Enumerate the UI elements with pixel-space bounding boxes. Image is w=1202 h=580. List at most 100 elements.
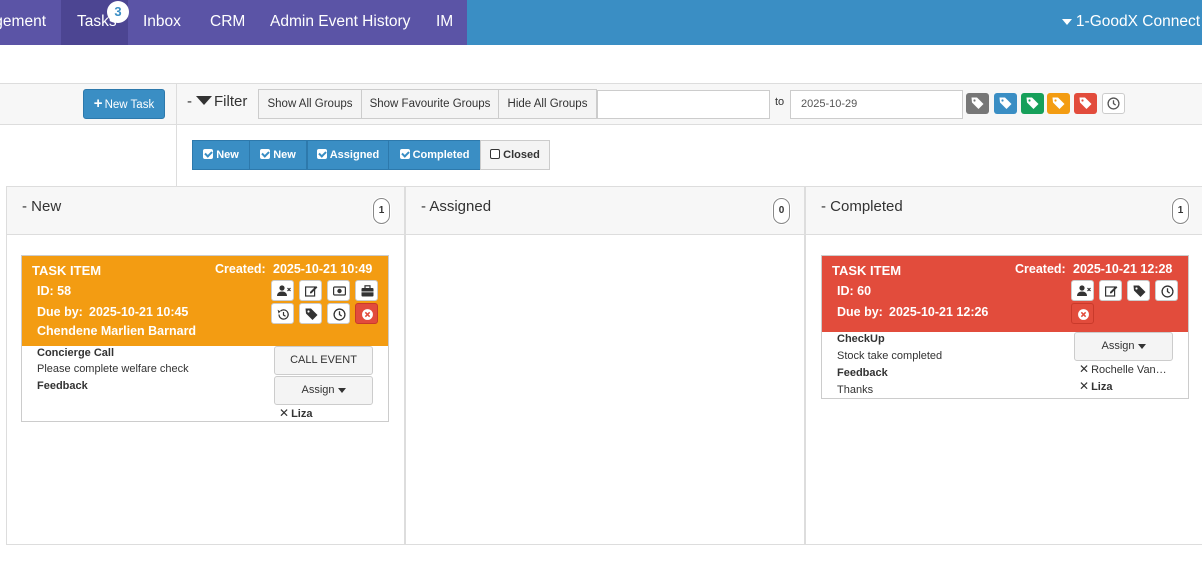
tag-icon bbox=[971, 97, 984, 109]
remove-icon[interactable]: ✕ bbox=[279, 406, 289, 420]
tag-task-button[interactable] bbox=[299, 303, 322, 324]
user-remove-icon bbox=[277, 285, 291, 296]
created-date: 2025-10-21 10:49 bbox=[273, 262, 373, 276]
assignee-chip[interactable]: ✕ Liza bbox=[1079, 379, 1112, 393]
call-event-button[interactable]: CALL EVENT bbox=[274, 346, 373, 375]
date-from-input[interactable] bbox=[597, 90, 770, 119]
close-task-button[interactable] bbox=[355, 303, 378, 324]
column-header: - Assigned 0 bbox=[406, 186, 804, 235]
feedback-text: Thanks bbox=[837, 384, 874, 396]
assign-dropdown[interactable]: Assign bbox=[1074, 332, 1173, 361]
tag-filter-button[interactable] bbox=[1074, 93, 1097, 114]
nav-item-management[interactable]: gement bbox=[0, 0, 60, 45]
assignee-chip[interactable]: ✕ Rochelle Van… bbox=[1079, 362, 1167, 376]
tag-icon bbox=[1026, 97, 1039, 109]
filter-toggle[interactable]: - Filter bbox=[187, 93, 247, 110]
due-date: 2025-10-21 10:45 bbox=[89, 305, 189, 319]
reminder-button[interactable] bbox=[327, 303, 350, 324]
column-assigned: - Assigned 0 bbox=[405, 186, 805, 545]
task-description: Please complete welfare check bbox=[37, 363, 189, 375]
show-favourite-groups-button[interactable]: Show Favourite Groups bbox=[361, 89, 499, 119]
date-to-input[interactable]: 2025-10-29 bbox=[790, 90, 963, 119]
view-task-button[interactable] bbox=[327, 280, 350, 301]
clock-icon bbox=[1161, 285, 1174, 298]
tag-filter-button[interactable] bbox=[1021, 93, 1044, 114]
tag-filter-button[interactable] bbox=[966, 93, 989, 114]
due-label: Due by: bbox=[837, 305, 883, 319]
close-task-button[interactable] bbox=[1071, 303, 1094, 324]
nav-item-tasks[interactable]: Tasks 3 bbox=[61, 0, 129, 45]
edit-task-button[interactable] bbox=[1099, 280, 1122, 301]
remove-icon[interactable]: ✕ bbox=[1079, 379, 1089, 393]
history-icon bbox=[277, 309, 289, 320]
briefcase-icon bbox=[361, 285, 374, 297]
toolbar-left-panel bbox=[0, 124, 177, 186]
tag-filter-button[interactable] bbox=[994, 93, 1017, 114]
checkbox-checked-icon bbox=[399, 149, 410, 160]
status-toggle-new-2[interactable]: New bbox=[249, 140, 307, 170]
toolbar-divider bbox=[176, 83, 177, 186]
assignee-chip[interactable]: ✕ Liza bbox=[279, 406, 312, 420]
task-description: Stock take completed bbox=[837, 350, 943, 362]
tag-icon bbox=[1079, 97, 1092, 109]
tag-icon bbox=[1052, 97, 1065, 109]
tag-icon bbox=[305, 308, 318, 320]
edit-task-button[interactable] bbox=[299, 280, 322, 301]
status-toggle-closed[interactable]: Closed bbox=[480, 140, 550, 170]
nav-item-inbox[interactable]: Inbox bbox=[143, 0, 181, 45]
nav-item-admin-event-history[interactable]: Admin Event History bbox=[270, 0, 410, 45]
column-title[interactable]: - New bbox=[22, 198, 61, 215]
reminder-button[interactable] bbox=[1155, 280, 1178, 301]
due-date: 2025-10-21 12:26 bbox=[889, 305, 989, 319]
checkbox-checked-icon bbox=[316, 149, 327, 160]
time-filter-button[interactable] bbox=[1102, 93, 1125, 114]
task-heading: Concierge Call bbox=[37, 347, 115, 359]
caret-down-icon bbox=[1061, 18, 1072, 25]
task-case-button[interactable] bbox=[355, 280, 378, 301]
feedback-label: Feedback bbox=[37, 380, 88, 392]
task-person: Chendene Marlien Barnard bbox=[37, 324, 197, 338]
checkbox-checked-icon bbox=[203, 149, 214, 160]
edit-icon bbox=[1105, 286, 1118, 297]
column-header: - New 1 bbox=[7, 186, 404, 235]
tag-task-button[interactable] bbox=[1127, 280, 1150, 301]
clock-icon bbox=[333, 308, 346, 321]
close-circle-icon bbox=[362, 309, 373, 320]
feedback-label: Feedback bbox=[837, 367, 888, 379]
tag-filter-button[interactable] bbox=[1047, 93, 1070, 114]
remove-icon[interactable]: ✕ bbox=[1079, 362, 1089, 376]
task-card-header: TASK ITEM Created: 2025-10-21 10:49 ID: … bbox=[22, 256, 388, 346]
unassign-user-button[interactable] bbox=[1071, 280, 1094, 301]
hide-all-groups-button[interactable]: Hide All Groups bbox=[498, 89, 597, 119]
assign-dropdown[interactable]: Assign bbox=[274, 376, 373, 405]
column-title[interactable]: - Assigned bbox=[421, 198, 491, 215]
status-toggle-assigned[interactable]: Assigned bbox=[307, 140, 389, 170]
clock-icon bbox=[1107, 97, 1120, 110]
task-id: ID: 58 bbox=[37, 284, 72, 298]
column-title[interactable]: - Completed bbox=[821, 198, 903, 215]
task-history-button[interactable] bbox=[271, 303, 294, 324]
tag-icon bbox=[999, 97, 1012, 109]
nav-item-crm[interactable]: CRM bbox=[210, 0, 245, 45]
task-card-header: TASK ITEM Created: 2025-10-21 12:28 ID: … bbox=[822, 256, 1188, 332]
checkbox-empty-icon bbox=[490, 149, 501, 160]
new-task-button[interactable]: + New Task bbox=[83, 89, 165, 119]
date-range-to-label: to bbox=[775, 96, 785, 108]
task-card-58[interactable]: TASK ITEM Created: 2025-10-21 10:49 ID: … bbox=[21, 255, 389, 422]
main-nav: gement Tasks 3 Inbox CRM Admin Event His… bbox=[0, 0, 467, 45]
tasks-count-badge: 3 bbox=[107, 1, 129, 23]
status-toggle-completed[interactable]: Completed bbox=[388, 140, 481, 170]
nav-item-im[interactable]: IM bbox=[436, 0, 453, 45]
caret-down-icon bbox=[337, 387, 346, 393]
filter-icon bbox=[196, 95, 212, 105]
due-label: Due by: bbox=[37, 305, 83, 319]
task-card-title: TASK ITEM bbox=[832, 263, 902, 278]
column-count-badge: 1 bbox=[1172, 198, 1189, 224]
column-count-badge: 1 bbox=[373, 198, 390, 224]
show-all-groups-button[interactable]: Show All Groups bbox=[258, 89, 362, 119]
task-card-60[interactable]: TASK ITEM Created: 2025-10-21 12:28 ID: … bbox=[821, 255, 1189, 399]
status-toggle-new[interactable]: New bbox=[192, 140, 250, 170]
connect-dropdown[interactable]: 1-GoodX Connect bbox=[1061, 0, 1200, 45]
edit-icon bbox=[305, 286, 318, 297]
unassign-user-button[interactable] bbox=[271, 280, 294, 301]
